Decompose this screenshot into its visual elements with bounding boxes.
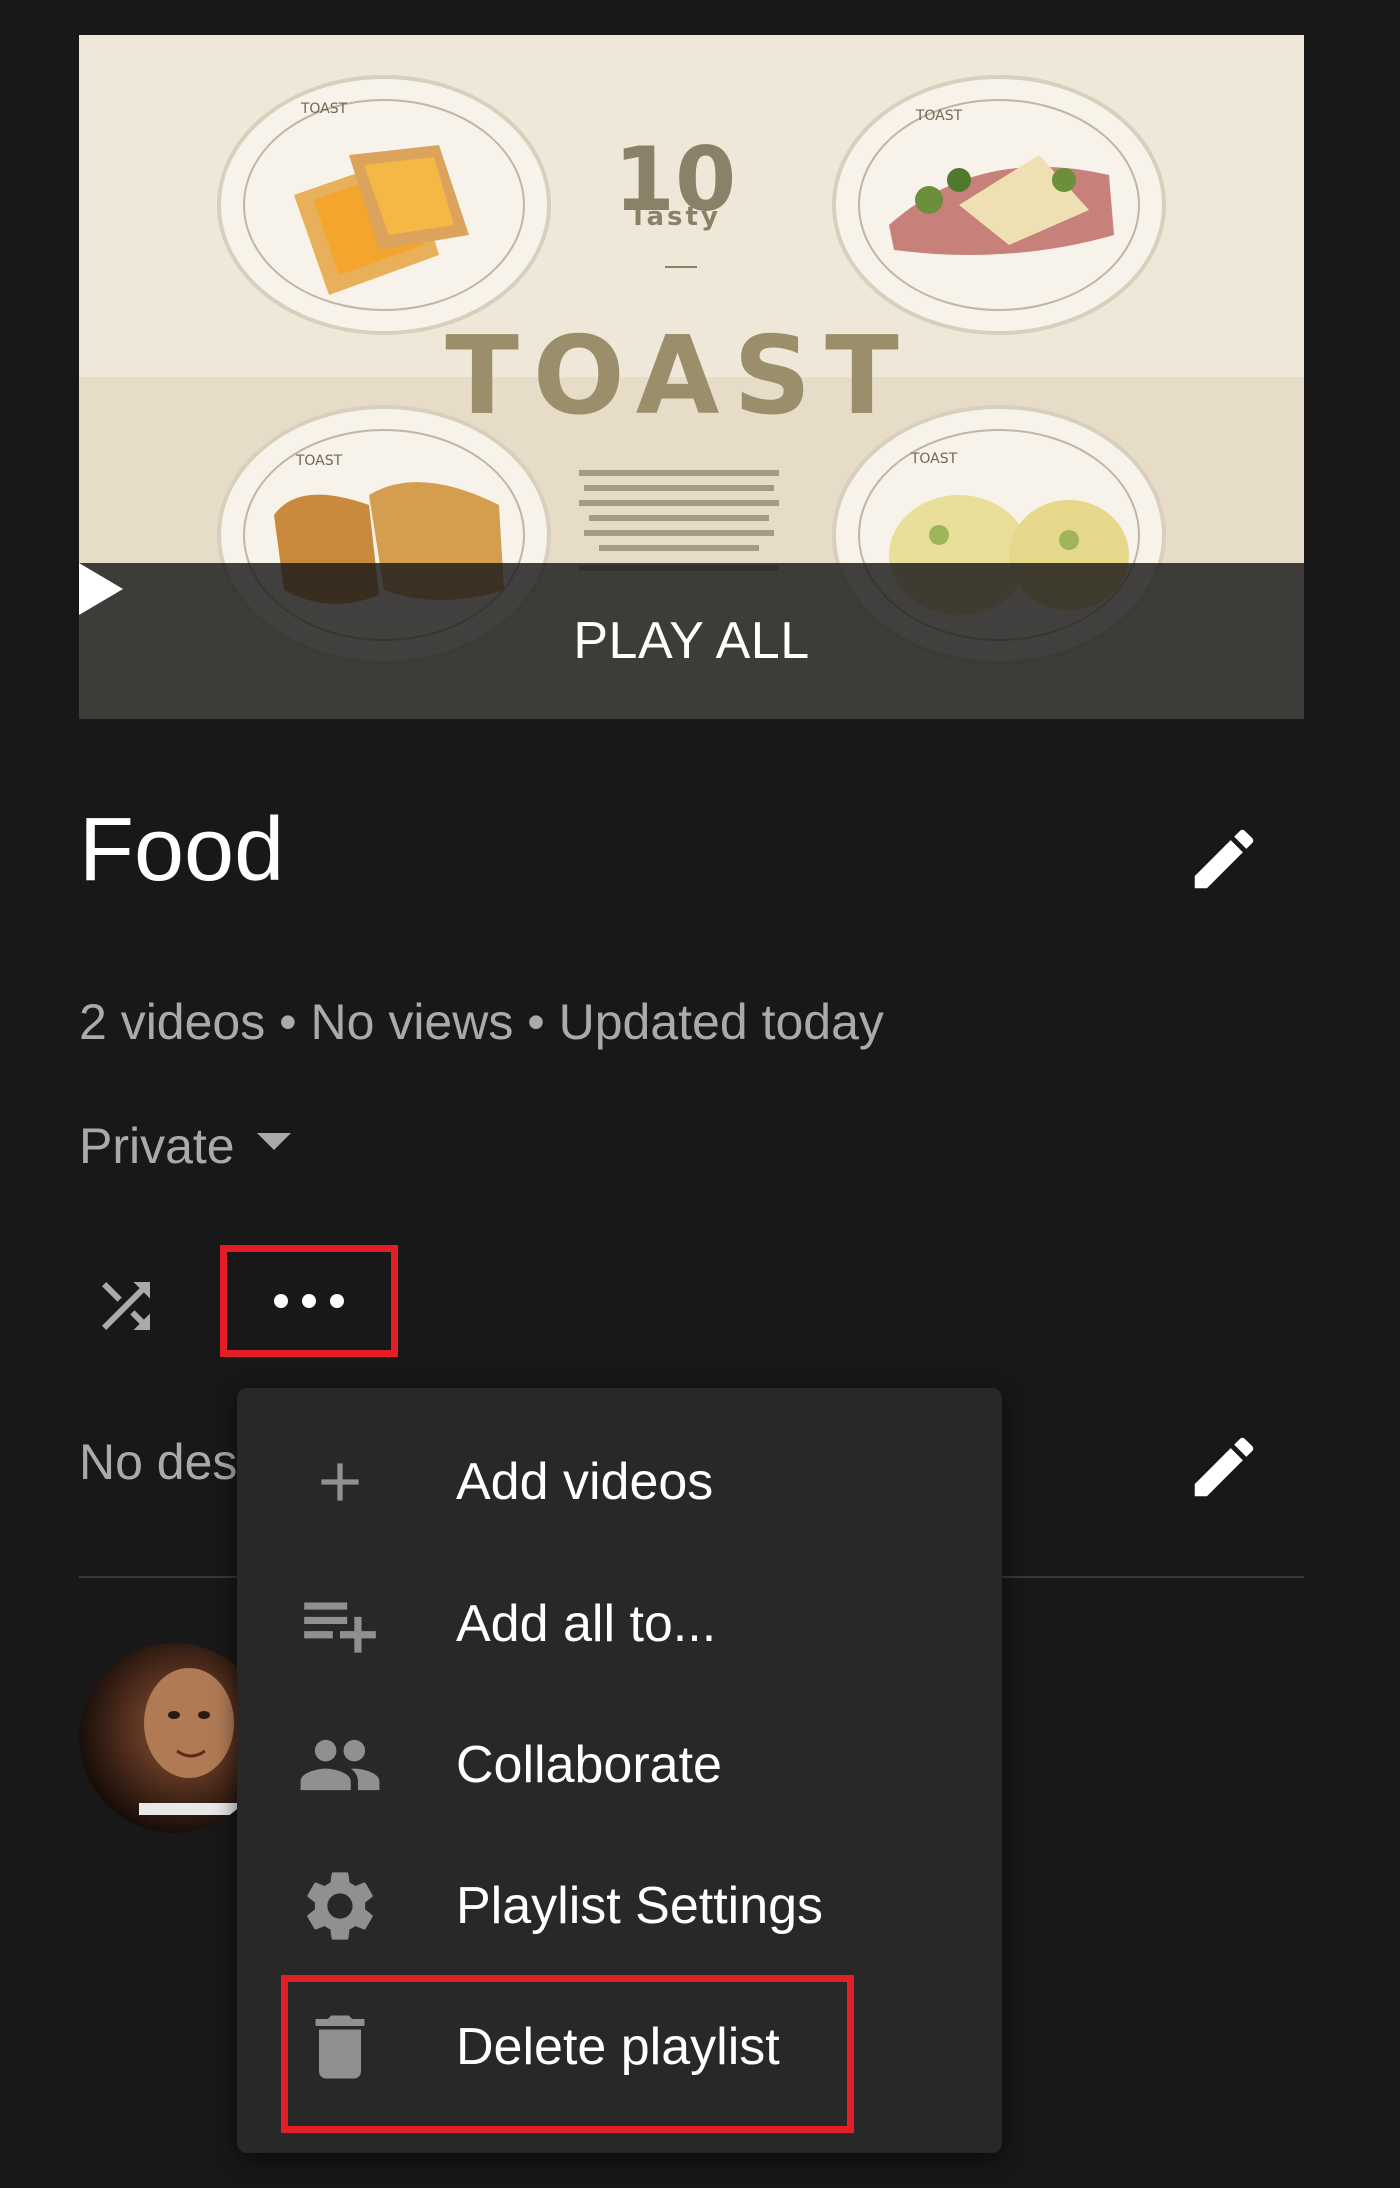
plate-brand-text: TOAST	[910, 451, 958, 467]
play-all-label: PLAY ALL	[573, 612, 810, 670]
pencil-icon	[1194, 1437, 1254, 1497]
edit-description-button[interactable]	[1185, 1428, 1263, 1506]
privacy-value: Private	[79, 1118, 235, 1174]
menu-item-playlist-settings[interactable]: Playlist Settings	[237, 1835, 1002, 1977]
menu-item-label: Add all to...	[456, 1595, 717, 1653]
menu-item-collaborate[interactable]: Collaborate	[237, 1694, 1002, 1836]
playlist-stats: 2 videos • No views • Updated today	[79, 994, 884, 1050]
menu-item-label: Collaborate	[456, 1736, 722, 1794]
shuffle-icon	[102, 1282, 150, 1330]
pencil-icon	[1194, 829, 1254, 889]
playlist-title: Food	[79, 800, 285, 900]
menu-item-label: Delete playlist	[456, 2018, 780, 2076]
play-icon	[79, 563, 123, 615]
people-icon	[297, 1722, 383, 1808]
menu-item-label: Add videos	[456, 1453, 714, 1511]
playlist-description: No des	[79, 1434, 238, 1490]
more-horizontal-icon	[274, 1294, 344, 1308]
trash-icon	[297, 2004, 383, 2090]
gear-icon	[297, 1863, 383, 1949]
thumbnail-word-text: Tasty	[629, 202, 721, 232]
menu-item-label: Playlist Settings	[456, 1877, 824, 1935]
plate-brand-text: TOAST	[915, 108, 963, 124]
privacy-dropdown[interactable]: Private	[79, 1117, 291, 1175]
playlist-actions-menu: Add videos Add all to... Collaborate Pla…	[237, 1388, 1002, 2153]
plus-icon	[297, 1439, 383, 1525]
play-all-button[interactable]: PLAY ALL	[79, 563, 1304, 719]
menu-item-add-all-to[interactable]: Add all to...	[237, 1553, 1002, 1695]
plate-brand-text: TOAST	[300, 101, 348, 117]
menu-item-delete-playlist[interactable]: Delete playlist	[237, 1976, 1002, 2118]
playlist-thumbnail[interactable]: 10 Tasty TOAST TOAST TOAST TOAST TOAST P…	[79, 35, 1304, 719]
menu-item-add-videos[interactable]: Add videos	[237, 1411, 1002, 1553]
more-actions-button[interactable]	[220, 1245, 398, 1357]
edit-title-button[interactable]	[1185, 820, 1263, 898]
thumbnail-title-text: TOAST	[445, 314, 913, 439]
shuffle-button[interactable]	[90, 1270, 162, 1342]
caret-down-icon	[256, 1132, 291, 1150]
playlist-add-icon	[297, 1581, 383, 1667]
plate-brand-text: TOAST	[295, 453, 343, 469]
